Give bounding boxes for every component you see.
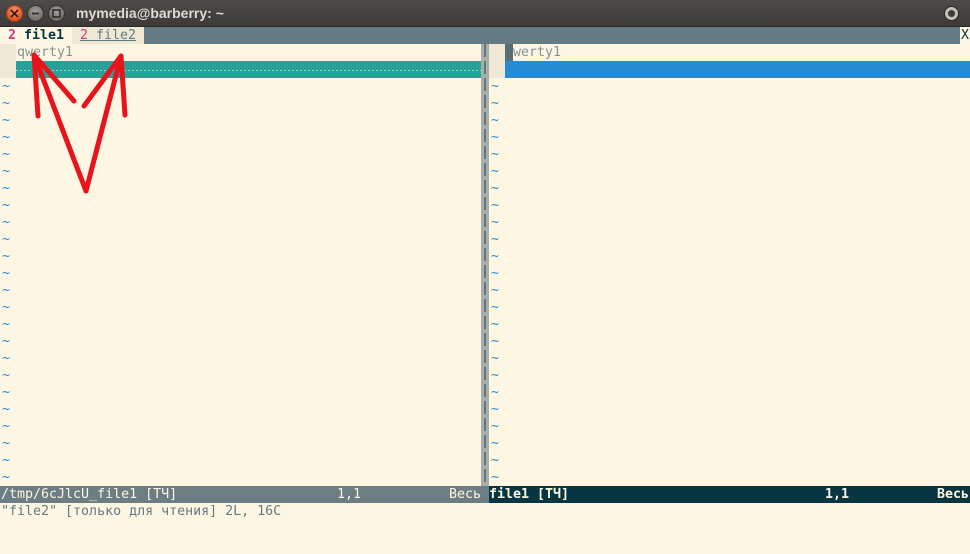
- empty-line-marker: ~: [491, 317, 500, 332]
- window-title: mymedia@barberry: ~: [76, 5, 224, 21]
- empty-line-marker: ~: [2, 283, 11, 298]
- buffer-line: qwerty1: [505, 45, 562, 60]
- empty-line-marker: ~: [491, 368, 500, 383]
- diff-filler-line: [16, 61, 481, 78]
- empty-line-marker: ~: [2, 181, 11, 196]
- empty-line-marker: ~: [491, 470, 500, 485]
- empty-line-marker: ~: [491, 419, 500, 434]
- empty-line-marker: ~: [2, 232, 11, 247]
- empty-line-marker: ~: [491, 164, 500, 179]
- right-editor-window[interactable]: qwerty1 ~ ~ ~ ~ ~ ~ ~ ~ ~ ~ ~ ~ ~ ~ ~ ~ ~ ~ ~ ~ ~ ~ ~ ~: [489, 44, 970, 486]
- tab-window-count: 2: [8, 28, 17, 43]
- empty-line-marker: ~: [2, 130, 11, 145]
- empty-line-marker: ~: [2, 436, 11, 451]
- empty-line-marker: ~: [491, 181, 500, 196]
- empty-line-marker: ~: [2, 96, 11, 111]
- fold-column: [0, 44, 16, 78]
- status-cursor-position: 1,1: [337, 487, 362, 502]
- empty-line-marker: ~: [2, 317, 11, 332]
- tab-window-count: 2: [80, 28, 89, 43]
- empty-line-marker: ~: [491, 130, 500, 145]
- status-line-active: file1 [ТЧ] 1,1 Весь: [489, 486, 970, 503]
- empty-line-marker: ~: [2, 79, 11, 94]
- empty-line-marker: ~: [491, 283, 500, 298]
- empty-line-marker: ~: [491, 249, 500, 264]
- empty-line-marker: ~: [491, 147, 500, 162]
- empty-line-marker: ~: [491, 300, 500, 315]
- fold-column: [489, 44, 505, 78]
- empty-line-marker: ~: [2, 266, 11, 281]
- empty-line-marker: ~: [2, 300, 11, 315]
- close-icon: [10, 9, 19, 18]
- status-cursor-position: 1,1: [825, 487, 850, 502]
- minimize-icon: [32, 12, 39, 15]
- empty-line-marker: ~: [2, 402, 11, 417]
- empty-line-marker: ~: [491, 453, 500, 468]
- empty-line-marker: ~: [491, 79, 500, 94]
- empty-line-marker: ~: [2, 147, 11, 162]
- empty-line-marker: ~: [2, 249, 11, 264]
- tab-file1[interactable]: 2 file1: [0, 27, 72, 44]
- empty-line-marker: ~: [2, 470, 11, 485]
- empty-line-marker: ~: [2, 113, 11, 128]
- close-tab-button[interactable]: X: [960, 27, 970, 44]
- minimize-window-button[interactable]: [27, 5, 44, 22]
- empty-line-marker: ~: [491, 232, 500, 247]
- empty-line-marker: ~: [2, 368, 11, 383]
- empty-line-marker: ~: [491, 113, 500, 128]
- status-filename: file1 [ТЧ]: [489, 487, 570, 502]
- vim-command-line: "file2" [только для чтения] 2L, 16C: [1, 504, 282, 519]
- empty-line-marker: ~: [491, 436, 500, 451]
- tab-label: file2: [96, 28, 137, 43]
- empty-line-marker: ~: [491, 266, 500, 281]
- empty-line-marker: ~: [2, 334, 11, 349]
- tab-file2[interactable]: 2 file2: [72, 27, 144, 44]
- empty-line-marker: ~: [491, 351, 500, 366]
- status-scroll-position: Весь: [449, 487, 482, 502]
- status-filename: /tmp/6cJlcU_file1 [ТЧ]: [1, 487, 178, 502]
- empty-line-marker: ~: [2, 419, 11, 434]
- empty-line-marker: ~: [491, 334, 500, 349]
- vertical-split-separator[interactable]: [481, 44, 489, 486]
- buffer-line: qwerty1: [17, 45, 74, 60]
- empty-line-marker: ~: [491, 198, 500, 213]
- empty-line-marker: ~: [2, 164, 11, 179]
- status-scroll-position: Весь: [937, 487, 970, 502]
- vim-tabline: 2 file1 2 file2 X: [0, 27, 970, 44]
- empty-line-marker: ~: [2, 453, 11, 468]
- empty-line-marker: ~: [491, 96, 500, 111]
- empty-line-marker: ~: [2, 351, 11, 366]
- maximize-icon: [52, 9, 61, 18]
- window-titlebar[interactable]: mymedia@barberry: ~: [0, 0, 970, 27]
- status-line-inactive: /tmp/6cJlcU_file1 [ТЧ] 1,1 Весь: [0, 486, 489, 503]
- empty-line-marker: ~: [2, 198, 11, 213]
- diff-changed-line: [505, 61, 970, 78]
- left-editor-window[interactable]: qwerty1 ~ ~ ~ ~ ~ ~ ~ ~ ~ ~ ~ ~ ~ ~ ~ ~ ~ ~ ~ ~ ~ ~ ~ ~: [0, 44, 481, 486]
- empty-line-marker: ~: [491, 402, 500, 417]
- empty-line-marker: ~: [2, 385, 11, 400]
- tab-label: file1: [24, 28, 65, 43]
- window-options-button[interactable]: [944, 6, 959, 21]
- empty-line-marker: ~: [491, 215, 500, 230]
- maximize-window-button[interactable]: [48, 5, 65, 22]
- empty-line-marker: ~: [491, 385, 500, 400]
- close-window-button[interactable]: [6, 5, 23, 22]
- empty-line-marker: ~: [2, 215, 11, 230]
- text-cursor: [505, 44, 513, 61]
